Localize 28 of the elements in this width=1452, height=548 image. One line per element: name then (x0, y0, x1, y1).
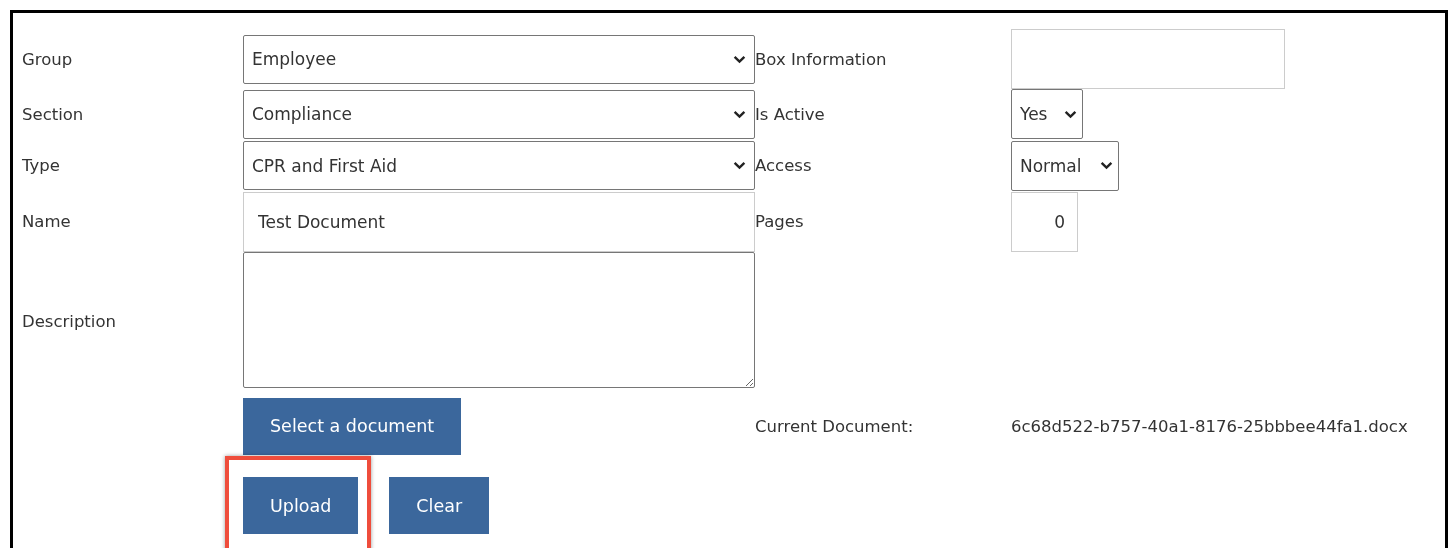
select-field[interactable]: Normal (1011, 140, 1119, 191)
field-label: Name (22, 212, 72, 231)
field-label: Pages (755, 212, 805, 231)
field-label: Section (22, 104, 85, 124)
field-label: Box Information (755, 49, 888, 69)
select-field[interactable]: Yes (1011, 89, 1083, 139)
text-field[interactable] (1011, 29, 1285, 89)
number-field[interactable]: 0 (1011, 191, 1078, 252)
chevron-icon (733, 161, 746, 170)
current-document-label: Current Document: (755, 416, 915, 436)
field-label: Description (22, 311, 117, 331)
field-label: Group (22, 49, 74, 69)
chevron-icon (1064, 109, 1077, 119)
field-label: Type (22, 156, 61, 175)
field-label: Access (755, 156, 813, 175)
select-document-button[interactable]: Select a document (243, 397, 462, 455)
select-field[interactable]: CPR and First Aid (243, 141, 755, 190)
select-field[interactable]: Employee (243, 34, 755, 84)
action-button[interactable]: Upload (243, 477, 359, 534)
current-document-filename: 6c68d522-b757-40a1-8176-25bbbee44fa1.docx (1011, 416, 1409, 436)
description-field[interactable] (243, 252, 755, 388)
action-button[interactable]: Clear (389, 477, 490, 534)
chevron-icon (1100, 161, 1113, 170)
chevron-icon (733, 109, 746, 119)
text-field[interactable]: Test Document (243, 191, 755, 252)
select-field[interactable]: Compliance (243, 89, 755, 139)
chevron-icon (733, 54, 746, 64)
field-label: Is Active (755, 104, 826, 124)
